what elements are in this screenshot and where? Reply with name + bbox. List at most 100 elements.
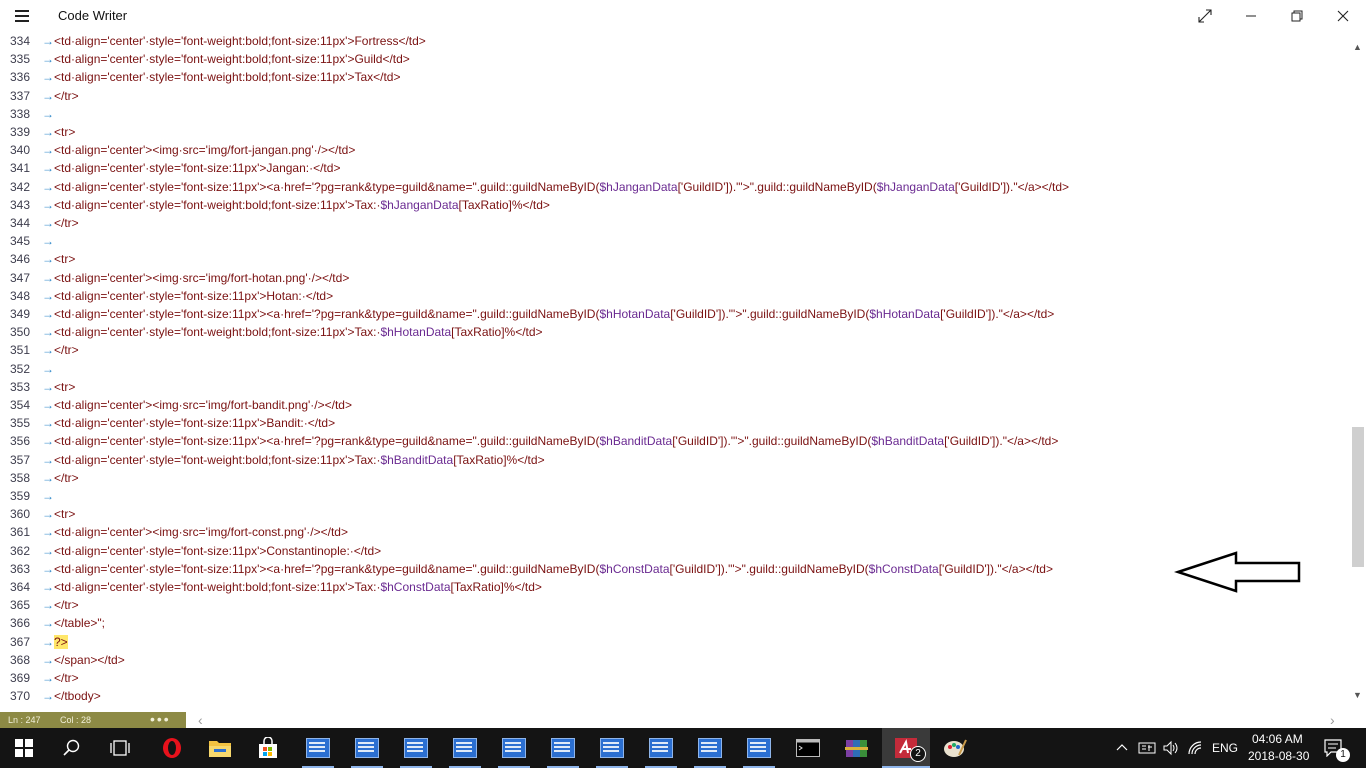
code-line[interactable]: 352 → — [0, 360, 1350, 378]
clock-date[interactable]: 2018-08-30 — [1248, 749, 1309, 763]
taskbar-document-1[interactable] — [294, 728, 342, 768]
code-line[interactable]: 350 →<td·align='center'·style='font-weigh… — [0, 323, 1350, 341]
taskbar-archiver[interactable] — [833, 728, 881, 768]
line-code: →</tr> — [42, 341, 79, 359]
scroll-down-icon[interactable]: ▼ — [1353, 690, 1362, 700]
taskbar-paint[interactable] — [931, 728, 979, 768]
vertical-scroll-thumb[interactable] — [1352, 427, 1364, 567]
code-line[interactable]: 351 →</tr> — [0, 341, 1350, 359]
taskbar-code-writer[interactable]: 2 — [882, 728, 930, 768]
input-method-icon[interactable] — [1138, 740, 1156, 756]
taskbar-document-3[interactable] — [392, 728, 440, 768]
clock-time[interactable]: 04:06 AM — [1252, 732, 1303, 746]
taskbar-document-4[interactable] — [441, 728, 489, 768]
taskbar-document-5[interactable] — [490, 728, 538, 768]
code-line[interactable]: 336 →<td·align='center'·style='font-weigh… — [0, 68, 1350, 86]
code-line[interactable]: 367 →?> — [0, 633, 1350, 651]
hamburger-menu-icon[interactable] — [10, 6, 36, 26]
start-button[interactable] — [0, 728, 48, 768]
code-line[interactable]: 364 →<td·align='center'·style='font-weigh… — [0, 578, 1350, 596]
taskbar-document-7[interactable] — [588, 728, 636, 768]
line-indicator: Ln : 247 — [8, 715, 41, 725]
code-line[interactable]: 363 →<td·align='center'·style='font-size:… — [0, 560, 1350, 578]
line-number: 338 — [9, 106, 30, 121]
code-line[interactable]: 349 →<td·align='center'·style='font-size:… — [0, 305, 1350, 323]
scroll-up-icon[interactable]: ▲ — [1353, 42, 1362, 52]
code-line[interactable]: 348 →<td·align='center'·style='font-size:… — [0, 287, 1350, 305]
code-line[interactable]: 343 →<td·align='center'·style='font-weigh… — [0, 196, 1350, 214]
code-line[interactable]: 337 →</tr> — [0, 87, 1350, 105]
code-line[interactable]: 345 → — [0, 232, 1350, 250]
code-line[interactable]: 368 →</span></td> — [0, 651, 1350, 669]
code-line[interactable]: 358 →</tr> — [0, 469, 1350, 487]
line-number: 370 — [9, 689, 30, 704]
code-variable: $hConstData — [599, 561, 670, 576]
code-text: [TaxRatio]%</td> — [450, 580, 542, 594]
code-line[interactable]: 335 →<td·align='center'·style='font-weigh… — [0, 50, 1350, 68]
line-number: 369 — [9, 671, 30, 685]
taskbar-opera[interactable] — [148, 728, 196, 768]
code-line[interactable]: 366 →</table>"; — [0, 614, 1350, 632]
horizontal-scrollbar[interactable]: ‹ › — [186, 712, 1350, 728]
code-line[interactable]: 339 →<tr> — [0, 123, 1350, 141]
code-line[interactable]: 341 →<td·align='center'·style='font-size:… — [0, 159, 1350, 177]
wifi-icon[interactable] — [1187, 740, 1205, 756]
code-line[interactable]: 347 →<td·align='center'><img·src='img/for… — [0, 269, 1350, 287]
code-line[interactable]: 346 →<tr> — [0, 250, 1350, 268]
close-button[interactable] — [1320, 0, 1366, 32]
code-line[interactable]: 340 →<td·align='center'><img·src='img/for… — [0, 141, 1350, 159]
code-text: <td·align='center'><img·src='img/fort-co… — [54, 525, 348, 540]
code-line[interactable]: 360 →<tr> — [0, 505, 1350, 523]
minimize-button[interactable] — [1228, 0, 1274, 32]
taskbar-document-9[interactable] — [686, 728, 734, 768]
code-line[interactable]: 334 →<td·align='center'·style='font-weigh… — [0, 32, 1350, 50]
restore-button[interactable] — [1274, 0, 1320, 32]
code-line[interactable]: 344 →</tr> — [0, 214, 1350, 232]
language-indicator[interactable]: ENG — [1212, 741, 1238, 755]
code-line[interactable]: 338 → — [0, 105, 1350, 123]
line-code: → — [42, 105, 54, 123]
volume-icon[interactable] — [1162, 740, 1180, 756]
code-line[interactable]: 369 →</tr> — [0, 669, 1350, 687]
line-code: →<td·align='center'·style='font-weight:b… — [42, 68, 400, 86]
taskbar-file-explorer[interactable] — [196, 728, 244, 768]
code-text: <td·align='center'·style='font-size:11px… — [54, 161, 341, 176]
taskbar-document-2[interactable] — [343, 728, 391, 768]
code-editor[interactable]: 334 →<td·align='center'·style='font-weigh… — [0, 32, 1350, 712]
line-number: 360 — [9, 507, 30, 522]
code-line[interactable]: 365 →</tr> — [0, 596, 1350, 614]
code-line[interactable]: 356 →<td·align='center'·style='font-size:… — [0, 432, 1350, 450]
code-line[interactable]: 362 →<td·align='center'·style='font-size:… — [0, 542, 1350, 560]
code-text: <tr> — [54, 379, 76, 394]
code-line[interactable]: 355 →<td·align='center'·style='font-size:… — [0, 414, 1350, 432]
code-line[interactable]: 370 →</tbody> — [0, 687, 1350, 705]
line-number: 354 — [9, 398, 30, 412]
code-line[interactable]: 361 →<td·align='center'><img·src='img/for… — [0, 523, 1350, 541]
code-line[interactable]: 357 →<td·align='center'·style='font-weigh… — [0, 451, 1350, 469]
document-icon — [551, 738, 575, 758]
scroll-left-icon[interactable]: ‹ — [198, 712, 203, 728]
taskbar-store[interactable] — [244, 728, 292, 768]
vertical-scrollbar[interactable]: ▲ ▼ — [1350, 32, 1366, 712]
expand-icon — [1198, 9, 1212, 23]
scroll-right-icon[interactable]: › — [1330, 712, 1335, 728]
taskbar-document-6[interactable] — [539, 728, 587, 768]
taskbar-terminal[interactable] — [784, 728, 832, 768]
code-variable: $hJanganData — [599, 179, 678, 194]
tab-arrow-icon: → — [42, 452, 54, 467]
fullscreen-button[interactable] — [1182, 0, 1228, 32]
task-view-button[interactable] — [96, 728, 144, 768]
search-button[interactable] — [48, 728, 96, 768]
taskbar-document-8[interactable] — [637, 728, 685, 768]
paint-palette-icon — [944, 739, 967, 757]
code-line[interactable]: 354 →<td·align='center'><img·src='img/for… — [0, 396, 1350, 414]
document-icon — [649, 738, 673, 758]
code-line[interactable]: 342 →<td·align='center'·style='font-size:… — [0, 178, 1350, 196]
more-options-icon[interactable]: ••• — [150, 712, 171, 726]
chevron-up-icon[interactable] — [1116, 742, 1128, 754]
line-number: 362 — [9, 543, 30, 558]
code-line[interactable]: 359 → — [0, 487, 1350, 505]
tab-arrow-icon: → — [42, 234, 54, 249]
code-line[interactable]: 353 →<tr> — [0, 378, 1350, 396]
taskbar-document-10[interactable] — [735, 728, 783, 768]
